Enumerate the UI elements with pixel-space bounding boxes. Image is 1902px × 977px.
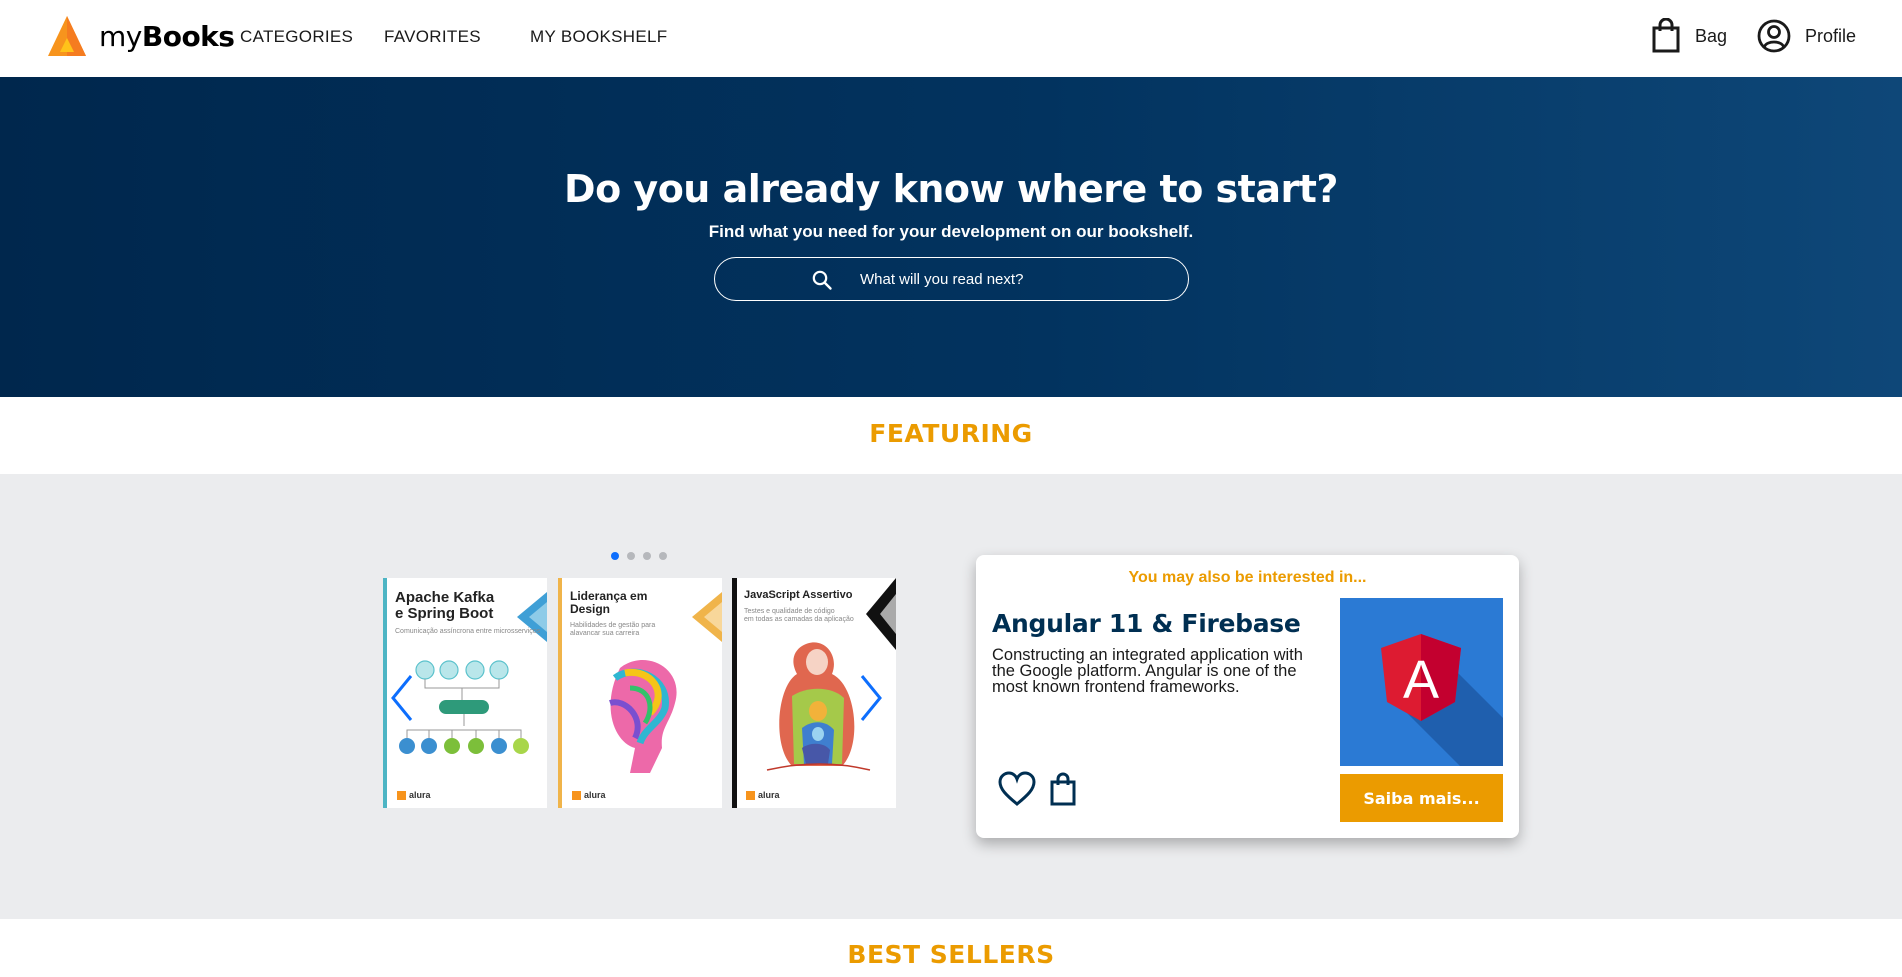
hero-title: Do you already know where to start? xyxy=(564,167,1338,211)
carousel-indicators xyxy=(611,552,675,560)
featuring-title: FEATURING xyxy=(869,419,1033,448)
card-title: Angular 11 & Firebase xyxy=(992,609,1301,638)
book-title: Liderança em Design xyxy=(570,589,648,616)
svg-text:A: A xyxy=(1403,650,1439,710)
book-subtitle: Comunicação assíncrona entre microsservi… xyxy=(395,628,541,635)
search-box[interactable] xyxy=(714,257,1189,301)
brand-name: myBooks xyxy=(99,19,235,53)
profile-icon xyxy=(1757,19,1791,53)
best-sellers-title: BEST SELLERS xyxy=(847,940,1055,969)
hero-banner: Do you already know where to start? Find… xyxy=(0,77,1902,397)
heart-icon[interactable] xyxy=(998,771,1036,807)
card-actions xyxy=(998,771,1090,807)
book-title: Apache Kafka e Spring Boot xyxy=(395,589,495,622)
book-cover[interactable]: Liderança em Design Habilidades de gestão… xyxy=(558,578,722,808)
featured-section xyxy=(0,474,1902,919)
book-carousel: Apache Kafka e Spring Boot Comunicação as… xyxy=(383,578,896,808)
book-illustration xyxy=(609,660,677,773)
recommendation-card: You may also be interested in... Angular… xyxy=(976,555,1519,838)
book-publisher: alura xyxy=(572,790,606,800)
bag-link[interactable]: Bag xyxy=(1651,18,1727,54)
bag-icon[interactable] xyxy=(1048,771,1078,807)
brand-logo[interactable]: myBooks xyxy=(46,14,235,58)
search-icon xyxy=(812,270,832,290)
bag-icon xyxy=(1652,18,1680,53)
logo-icon xyxy=(48,16,86,56)
carousel-dot[interactable] xyxy=(659,552,667,560)
search-input[interactable] xyxy=(860,266,1160,292)
nav-favorites[interactable]: FAVORITES xyxy=(384,27,481,47)
cover-ribbon-icon xyxy=(692,592,722,642)
book-illustration xyxy=(399,660,529,754)
chevron-left-icon[interactable] xyxy=(389,674,415,722)
card-description: Constructing an integrated application w… xyxy=(992,646,1303,696)
carousel-dot[interactable] xyxy=(627,552,635,560)
chevron-right-icon[interactable] xyxy=(858,674,884,722)
book-publisher: alura xyxy=(746,790,780,800)
learn-more-button[interactable]: Saiba mais... xyxy=(1340,774,1503,822)
nav-my-bookshelf[interactable]: MY BOOKSHELF xyxy=(530,27,667,47)
book-subtitle: Habilidades de gestão para alavancar sua … xyxy=(570,622,656,638)
book-title: JavaScript Assertivo xyxy=(744,589,853,601)
angular-logo-icon: A xyxy=(1381,634,1503,766)
book-subtitle: Testes e qualidade de código em todas as … xyxy=(744,608,854,624)
profile-link[interactable]: Profile xyxy=(1757,18,1856,54)
profile-label: Profile xyxy=(1805,25,1857,46)
carousel-dot[interactable] xyxy=(611,552,619,560)
hero-subtitle: Find what you need for your development … xyxy=(708,222,1194,241)
card-kicker: You may also be interested in... xyxy=(1128,569,1367,586)
nav-categories[interactable]: CATEGORIES xyxy=(240,27,353,47)
book-publisher: alura xyxy=(397,790,431,800)
top-navbar: myBooks CATEGORIES FAVORITES MY BOOKSHEL… xyxy=(0,0,1902,77)
carousel-dot[interactable] xyxy=(643,552,651,560)
book-illustration xyxy=(766,642,871,771)
bag-label: Bag xyxy=(1695,25,1728,46)
card-book-cover[interactable]: A xyxy=(1340,598,1503,766)
